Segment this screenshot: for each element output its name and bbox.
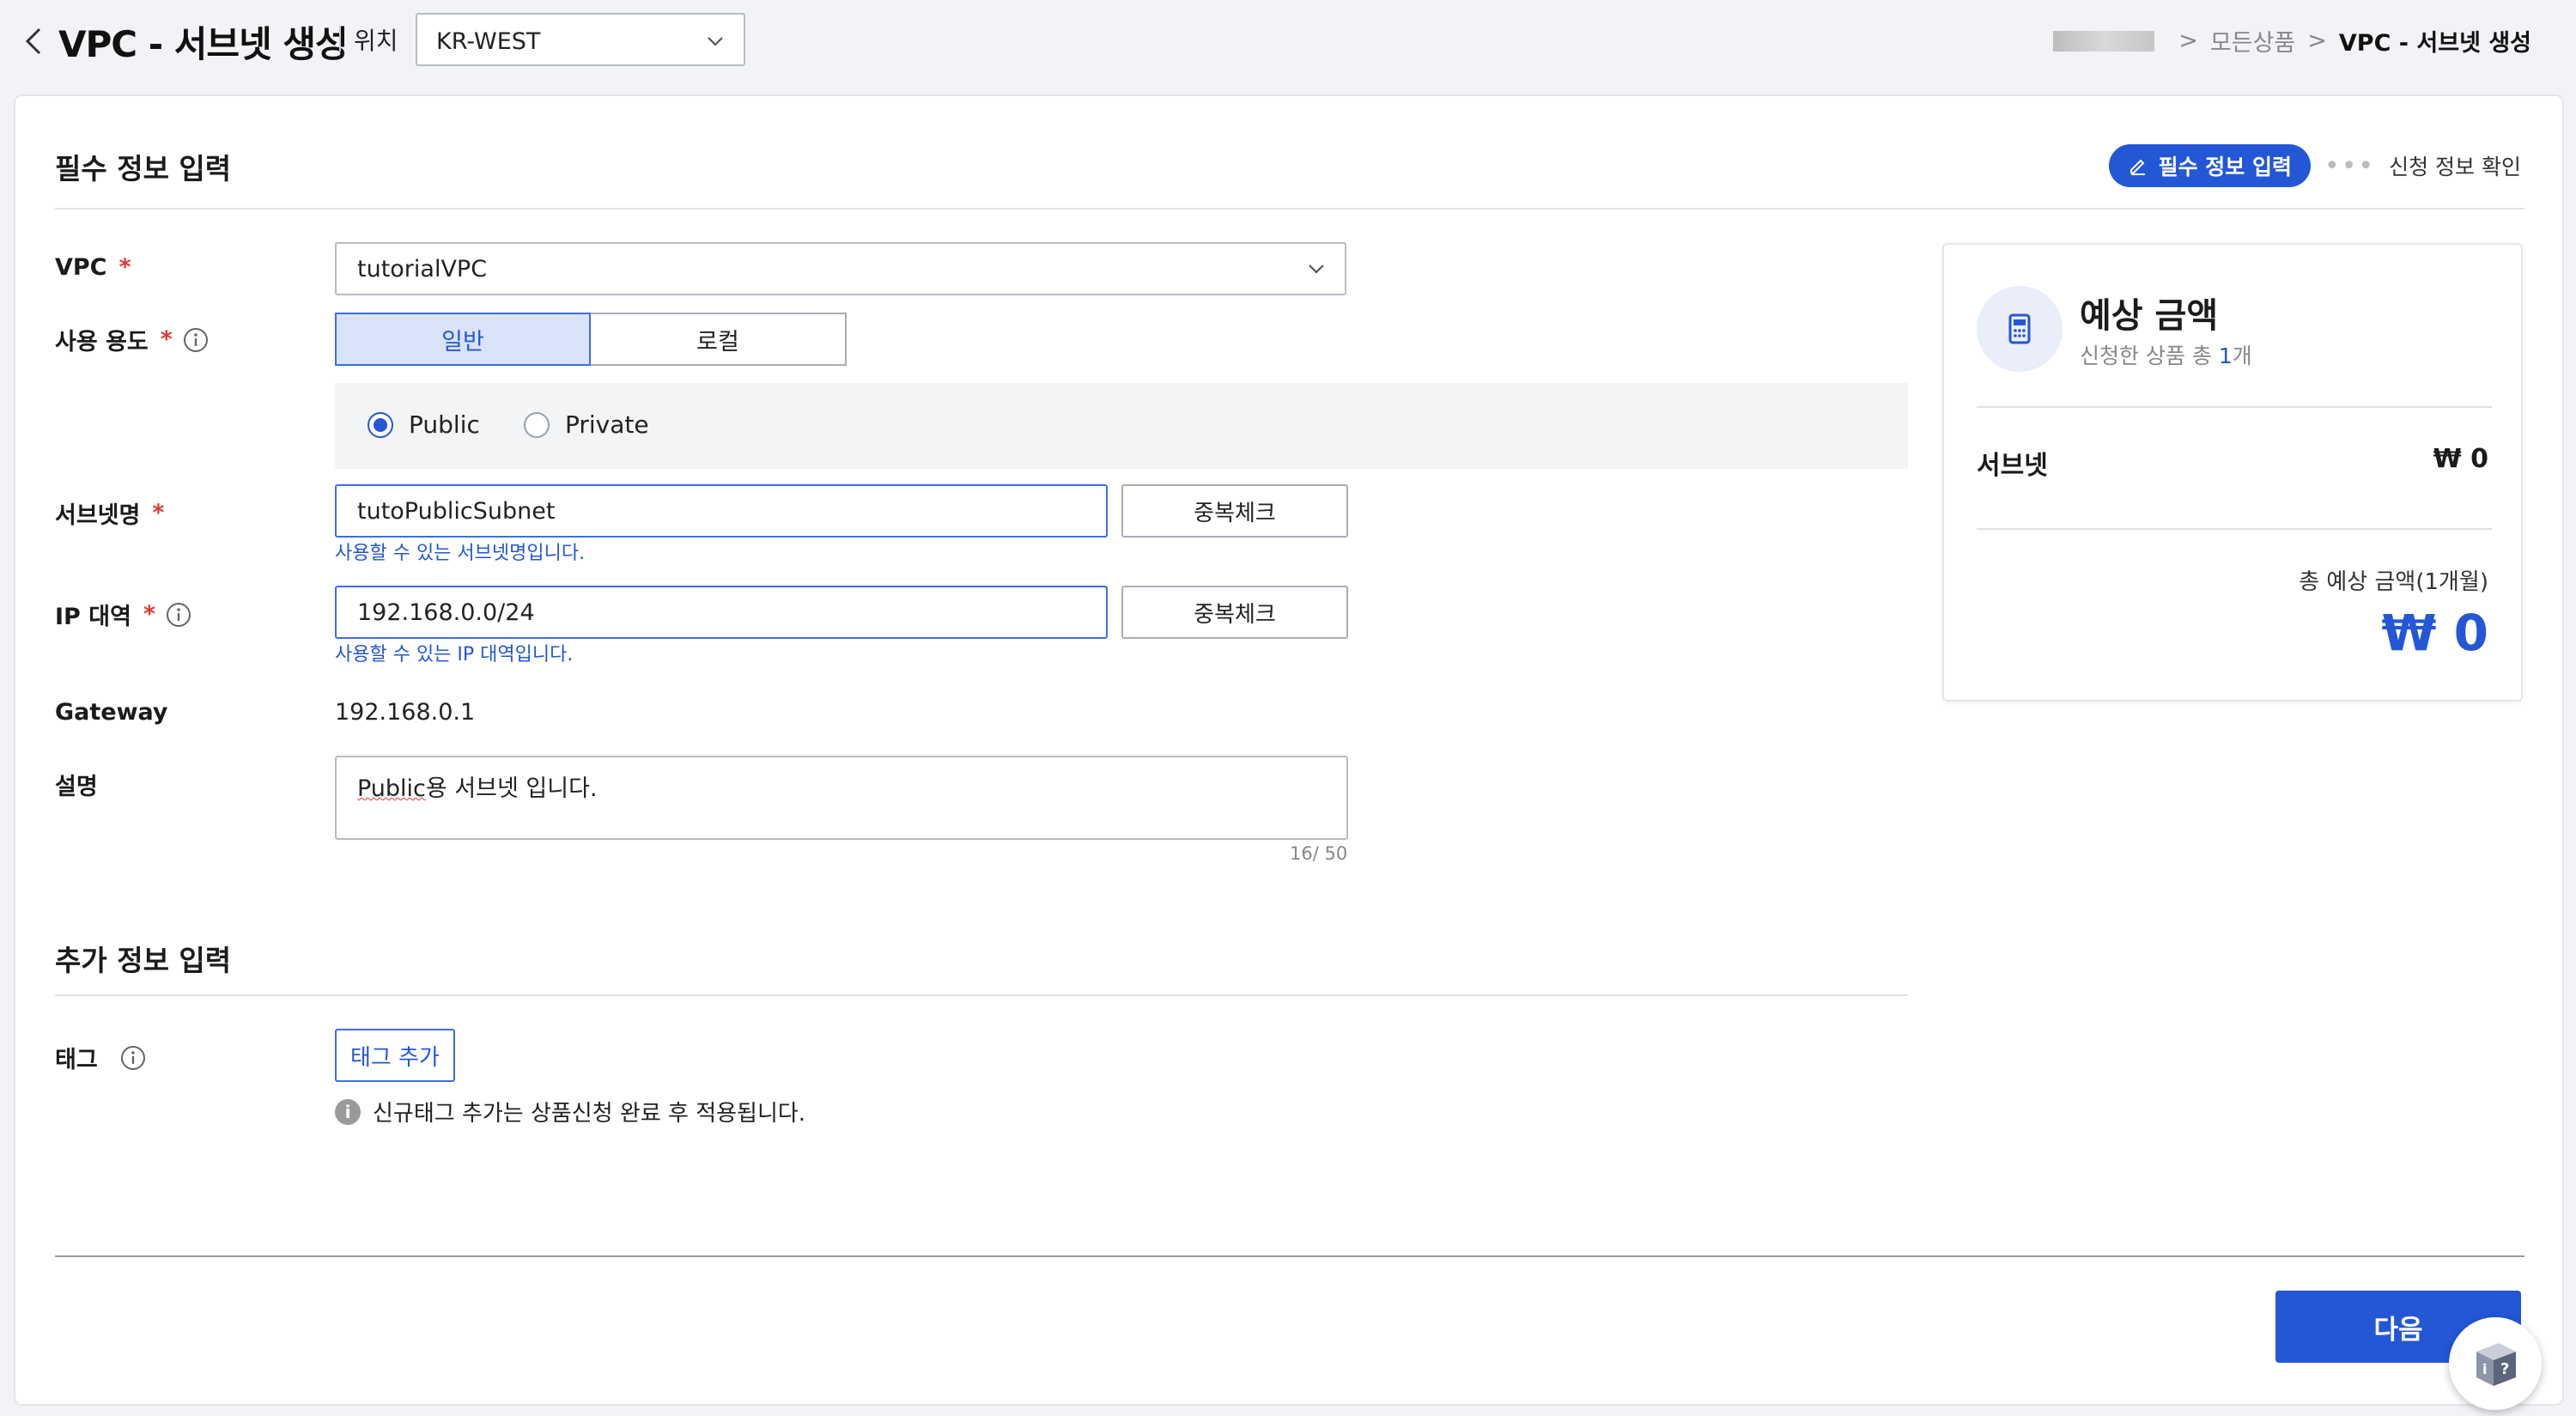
required-section-title: 필수 정보 입력	[55, 152, 232, 185]
radio-private[interactable]: Private	[524, 410, 649, 439]
svg-text:i: i	[2482, 1361, 2487, 1377]
usage-option-local[interactable]: 로컬	[591, 313, 847, 366]
pencil-icon	[2129, 159, 2145, 175]
price-card-subtitle: 신청한 상품 총 1개	[2080, 339, 2252, 370]
title-divider	[339, 26, 341, 52]
ip-range-hint: 사용할 수 있는 IP 대역입니다.	[335, 644, 574, 665]
section-divider	[55, 994, 1908, 996]
description-textarea[interactable]: Public용 서브넷 입니다.	[335, 756, 1348, 840]
breadcrumb-separator: >	[2307, 27, 2327, 54]
step-active-label: 필수 정보 입력	[2158, 155, 2292, 179]
vpc-label-text: VPC	[55, 254, 107, 281]
price-row-label: 서브넷	[1977, 451, 2048, 481]
chevron-left-icon[interactable]	[17, 24, 52, 58]
info-icon[interactable]	[183, 327, 209, 353]
location-label: 위치	[354, 27, 398, 55]
vpc-label: VPC *	[55, 254, 131, 281]
description-label: 설명	[55, 768, 98, 801]
calculator-icon	[2008, 313, 2031, 344]
help-button[interactable]: i ?	[2449, 1317, 2542, 1410]
info-filled-icon: i	[335, 1098, 361, 1125]
chevron-down-icon	[708, 37, 723, 46]
top-bar: VPC - 서브넷 생성 위치 KR-WEST > 모든상품 > VPC - 서…	[0, 0, 2576, 86]
price-sub-count: 1	[2218, 343, 2233, 368]
gateway-label: Gateway	[55, 699, 168, 726]
svg-text:?: ?	[2500, 1360, 2509, 1378]
price-card-title: 예상 금액	[2080, 296, 2219, 336]
info-icon[interactable]	[166, 602, 191, 628]
tag-label: 태그	[55, 1041, 146, 1074]
total-price-value: ₩ 0	[2381, 604, 2488, 662]
info-icon[interactable]	[120, 1045, 146, 1071]
radio-public-label: Public	[409, 410, 480, 439]
page-title: VPC - 서브넷 생성	[58, 23, 349, 65]
help-icon: i ?	[2476, 1343, 2516, 1386]
radio-private-label: Private	[565, 410, 649, 439]
required-mark: *	[143, 601, 156, 628]
required-mark: *	[152, 500, 165, 526]
radio-dot-selected[interactable]	[368, 411, 393, 438]
vpc-select[interactable]: tutorialVPC	[335, 242, 1346, 295]
radio-dot[interactable]	[524, 411, 550, 438]
subnet-name-input[interactable]: tutoPublicSubnet	[335, 484, 1108, 538]
card-divider	[1977, 406, 2492, 408]
add-tag-button[interactable]: 태그 추가	[335, 1029, 455, 1082]
description-label-text: 설명	[55, 774, 98, 800]
gateway-label-text: Gateway	[55, 699, 168, 726]
subnet-name-value: tutoPublicSubnet	[357, 497, 556, 525]
tag-label-text: 태그	[55, 1047, 98, 1073]
step-dots: •••	[2324, 150, 2376, 181]
usage-label-text: 사용 용도	[55, 329, 149, 356]
location-select[interactable]: KR-WEST	[416, 13, 745, 66]
location-value: KR-WEST	[436, 28, 541, 55]
additional-section-title: 추가 정보 입력	[55, 944, 232, 977]
required-mark: *	[118, 254, 131, 281]
tag-notice-text: 신규태그 추가는 상품신청 완료 후 적용됩니다.	[373, 1101, 806, 1127]
ip-range-label: IP 대역 *	[55, 598, 191, 631]
subnet-name-label: 서브넷명 *	[55, 496, 165, 530]
vpc-select-value: tutorialVPC	[357, 255, 488, 283]
stepper: 필수 정보 입력 ••• 신청 정보 확인	[2108, 144, 2521, 187]
calculator-icon-wrapper	[1977, 286, 2063, 372]
estimated-price-card: 예상 금액 신청한 상품 총 1개 서브넷 ₩ 0 총 예상 금액(1개월) ₩…	[1942, 243, 2523, 702]
ip-range-label-text: IP 대역	[55, 604, 131, 630]
price-sub-suffix: 개	[2232, 343, 2252, 368]
ip-range-duplicate-check-button[interactable]: 중복체크	[1121, 586, 1348, 639]
section-divider	[55, 208, 2524, 210]
subnet-name-label-text: 서브넷명	[55, 502, 141, 529]
description-spellcheck-word: Public	[357, 775, 426, 802]
tag-notice: i 신규태그 추가는 상품신청 완료 후 적용됩니다.	[335, 1096, 805, 1127]
radio-public[interactable]: Public	[368, 410, 480, 439]
price-row-value: ₩ 0	[2433, 444, 2488, 474]
breadcrumb-separator: >	[2178, 27, 2198, 54]
gateway-value: 192.168.0.1	[335, 699, 476, 726]
breadcrumb: > 모든상품 > VPC - 서브넷 생성	[2053, 24, 2531, 58]
subnet-name-duplicate-check-button[interactable]: 중복체크	[1121, 484, 1348, 538]
ip-range-value: 192.168.0.0/24	[357, 599, 535, 626]
usage-label: 사용 용도 *	[55, 323, 209, 356]
footer-divider	[55, 1255, 2524, 1257]
card-divider	[1977, 528, 2492, 530]
total-price-label: 총 예상 금액(1개월)	[2299, 569, 2488, 595]
usage-segmented-control: 일반 로컬	[335, 313, 847, 366]
description-text: 용 서브넷 입니다.	[425, 775, 598, 802]
breadcrumb-all-products[interactable]: 모든상품	[2210, 24, 2295, 58]
ip-range-input[interactable]: 192.168.0.0/24	[335, 586, 1108, 639]
breadcrumb-current: VPC - 서브넷 생성	[2338, 30, 2531, 57]
description-char-counter: 16/ 50	[1290, 843, 1348, 864]
step-confirm-info: 신청 정보 확인	[2389, 155, 2521, 179]
price-sub-prefix: 신청한 상품 총	[2080, 343, 2219, 368]
breadcrumb-redacted	[2053, 30, 2155, 52]
required-mark: *	[160, 326, 173, 353]
chevron-down-icon	[1309, 264, 1324, 274]
subnet-name-hint: 사용할 수 있는 서브넷명입니다.	[335, 543, 586, 564]
usage-option-general[interactable]: 일반	[335, 313, 591, 366]
step-required-info: 필수 정보 입력	[2108, 144, 2311, 187]
